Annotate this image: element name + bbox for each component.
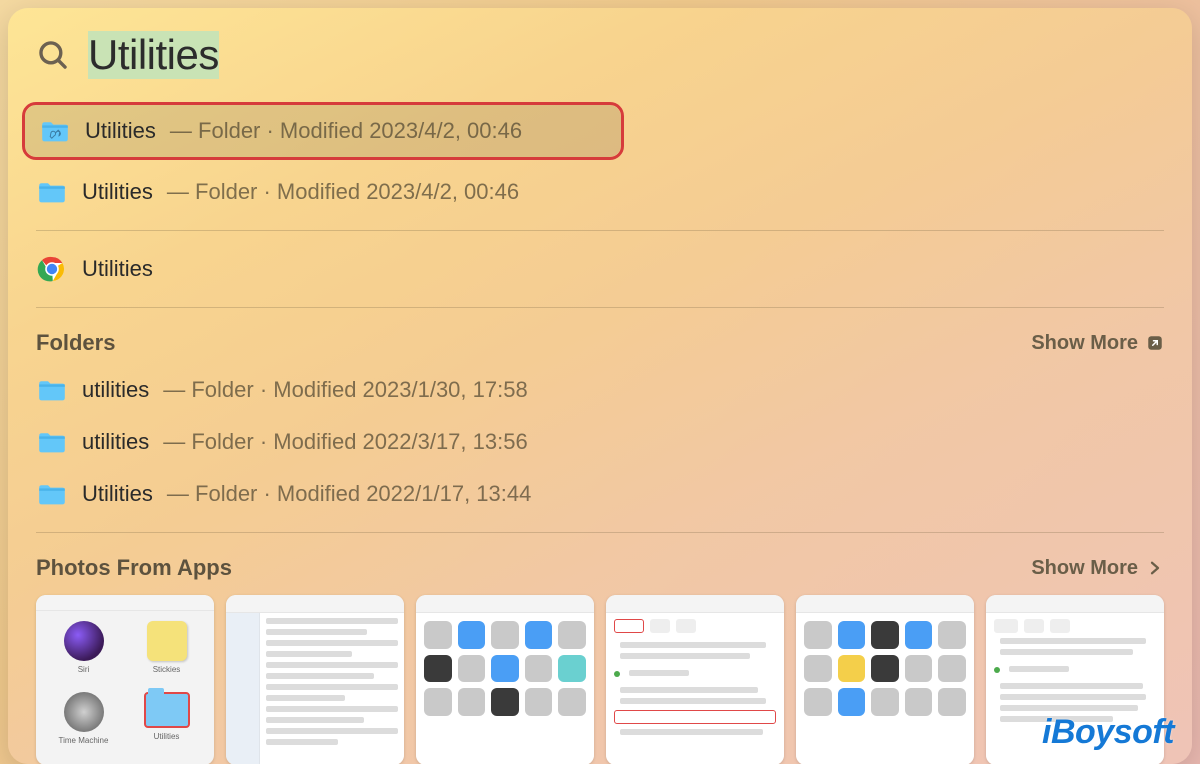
- web-result-row[interactable]: Utilities: [22, 243, 1178, 295]
- result-name: Utilities: [82, 256, 153, 282]
- result-name: utilities: [82, 429, 149, 455]
- result-meta: — Folder · Modified 2023/4/2, 00:46: [167, 179, 519, 205]
- section-title: Folders: [36, 330, 115, 356]
- show-more-button[interactable]: Show More: [1031, 557, 1164, 580]
- search-input[interactable]: [86, 30, 1164, 80]
- show-more-label: Show More: [1031, 332, 1138, 355]
- result-meta: — Folder · Modified 2023/1/30, 17:58: [163, 377, 527, 403]
- chevron-right-icon: [1146, 559, 1164, 577]
- thumb-label: Stickies: [153, 665, 181, 674]
- folder-utilities-icon: [39, 115, 71, 147]
- top-hits: Utilities — Folder · Modified 2023/4/2, …: [22, 102, 1178, 218]
- thumb-label: Siri: [78, 665, 90, 674]
- result-name: utilities: [82, 377, 149, 403]
- folder-icon: [36, 426, 68, 458]
- photo-thumb[interactable]: [416, 595, 594, 764]
- spotlight-window: Utilities — Folder · Modified 2023/4/2, …: [8, 8, 1192, 764]
- show-more-label: Show More: [1031, 557, 1138, 580]
- folders-section-header: Folders Show More: [22, 320, 1178, 364]
- divider: [36, 307, 1164, 308]
- result-name: Utilities: [85, 118, 156, 144]
- photo-thumb[interactable]: [226, 595, 404, 764]
- open-icon: [1146, 334, 1164, 352]
- folder-icon: [36, 374, 68, 406]
- thumb-label: Time Machine: [59, 736, 109, 745]
- search-icon: [36, 38, 70, 72]
- result-row[interactable]: Utilities — Folder · Modified 2023/4/2, …: [22, 166, 1178, 218]
- result-name: Utilities: [82, 179, 153, 205]
- result-meta: — Folder · Modified 2022/1/17, 13:44: [167, 481, 531, 507]
- chrome-icon: [36, 253, 68, 285]
- photo-thumb[interactable]: Siri Stickies Time Machine Utilities: [36, 595, 214, 764]
- folders-list: utilities — Folder · Modified 2023/1/30,…: [22, 364, 1178, 520]
- divider: [36, 230, 1164, 231]
- show-more-button[interactable]: Show More: [1031, 332, 1164, 355]
- result-meta: — Folder · Modified 2023/4/2, 00:46: [170, 118, 522, 144]
- photos-section-header: Photos From Apps Show More: [22, 545, 1178, 589]
- result-row[interactable]: utilities — Folder · Modified 2022/3/17,…: [22, 416, 1178, 468]
- folder-icon: [36, 478, 68, 510]
- result-row[interactable]: Utilities — Folder · Modified 2022/1/17,…: [22, 468, 1178, 520]
- selected-result-highlight: Utilities — Folder · Modified 2023/4/2, …: [22, 102, 624, 160]
- search-bar: [8, 8, 1192, 98]
- section-title: Photos From Apps: [36, 555, 232, 581]
- photos-strip: Siri Stickies Time Machine Utilities: [22, 589, 1178, 764]
- divider: [36, 532, 1164, 533]
- result-meta: — Folder · Modified 2022/3/17, 13:56: [163, 429, 527, 455]
- result-name: Utilities: [82, 481, 153, 507]
- thumb-label: Utilities: [154, 732, 180, 741]
- photo-thumb[interactable]: [986, 595, 1164, 764]
- folder-icon: [36, 176, 68, 208]
- photo-thumb[interactable]: [606, 595, 784, 764]
- result-row[interactable]: utilities — Folder · Modified 2023/1/30,…: [22, 364, 1178, 416]
- result-row[interactable]: Utilities — Folder · Modified 2023/4/2, …: [25, 105, 621, 157]
- photo-thumb[interactable]: [796, 595, 974, 764]
